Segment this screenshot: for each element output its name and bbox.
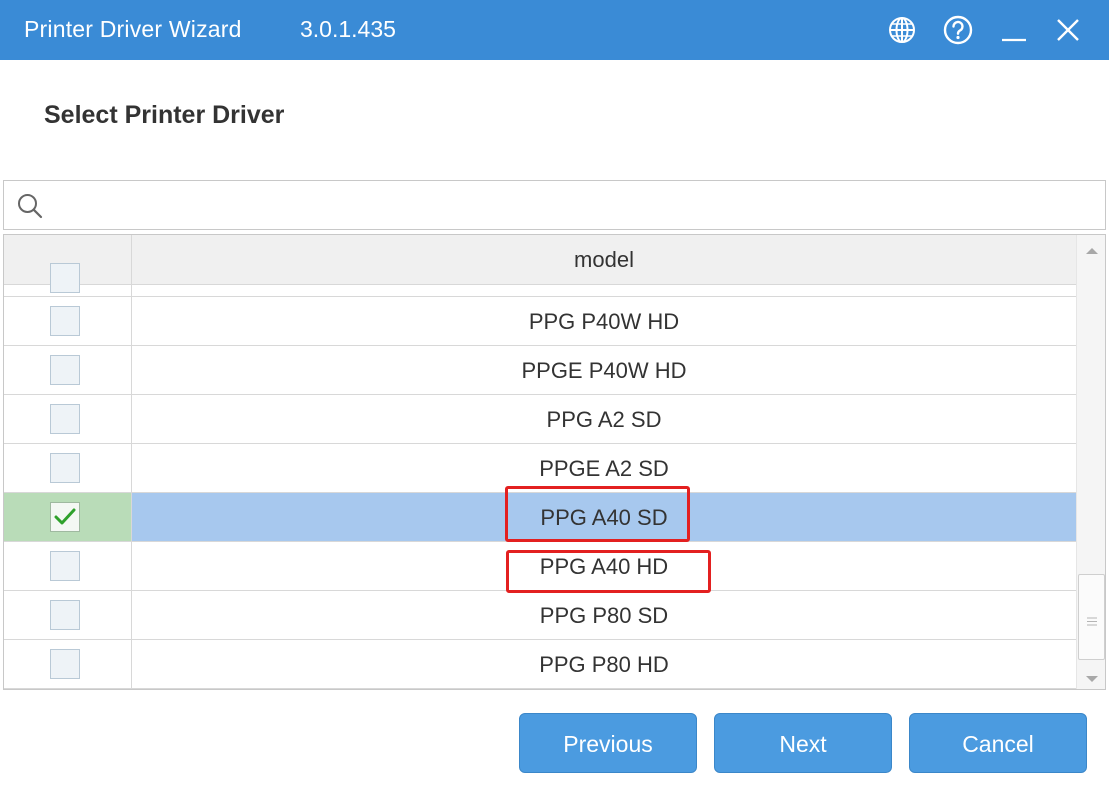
table-row-partial — [4, 263, 1076, 297]
previous-button[interactable]: Previous — [519, 713, 697, 773]
table-header: model — [4, 235, 1076, 285]
table-row[interactable]: PPG P80 SD — [4, 591, 1076, 640]
grip-icon — [1087, 613, 1097, 631]
search-input[interactable] — [58, 189, 1088, 221]
cancel-button[interactable]: Cancel — [909, 713, 1087, 773]
table-row[interactable]: PPG A40 HD — [4, 542, 1076, 591]
checkmark-icon — [54, 508, 76, 525]
next-button[interactable]: Next — [714, 713, 892, 773]
model-cell: PPG P40W HD — [528, 309, 680, 334]
scrollbar-thumb[interactable] — [1078, 574, 1105, 660]
driver-table: model PPG P40W HD PPGE P40W HD PPG A2 SD… — [3, 234, 1106, 690]
scroll-down-arrow-icon[interactable] — [1085, 671, 1099, 689]
model-cell: PPGE A2 SD — [539, 456, 669, 481]
row-checkbox[interactable] — [50, 355, 80, 385]
table-row[interactable]: PPG A2 SD — [4, 395, 1076, 444]
minimize-icon[interactable] — [996, 12, 1032, 48]
table-row-selected[interactable]: PPG A40 SD — [4, 493, 1076, 542]
table-row[interactable]: PPGE P40W HD — [4, 346, 1076, 395]
model-cell: PPG P80 SD — [539, 603, 669, 628]
model-cell: PPGE P40W HD — [521, 358, 687, 383]
row-checkbox[interactable] — [50, 263, 80, 293]
model-cell: PPG A40 SD — [132, 493, 1076, 541]
table-row[interactable]: PPG P40W HD — [4, 297, 1076, 346]
row-checkbox[interactable] — [50, 551, 80, 581]
search-icon — [16, 192, 44, 225]
window-title: Printer Driver Wizard — [24, 16, 242, 42]
search-box — [3, 180, 1106, 230]
table-row[interactable]: PPGE A2 SD — [4, 444, 1076, 493]
model-cell: PPG A2 SD — [546, 407, 662, 432]
row-checkbox[interactable] — [50, 404, 80, 434]
table-row[interactable]: PPG P80 HD — [4, 640, 1076, 689]
model-cell: PPG A40 HD — [539, 554, 669, 579]
app-version: 3.0.1.435 — [300, 16, 396, 42]
vertical-scrollbar[interactable] — [1076, 235, 1105, 689]
title-bar: Printer Driver Wizard 3.0.1.435 — [0, 0, 1109, 60]
header-model[interactable]: model — [132, 235, 1076, 285]
scroll-up-arrow-icon[interactable] — [1085, 243, 1099, 261]
row-checkbox[interactable] — [50, 453, 80, 483]
row-checkbox-checked[interactable] — [50, 502, 80, 532]
row-checkbox[interactable] — [50, 649, 80, 679]
model-cell: PPG P80 HD — [539, 652, 669, 677]
table-body: PPG P40W HD PPGE P40W HD PPG A2 SD PPGE … — [4, 297, 1076, 689]
row-checkbox[interactable] — [50, 306, 80, 336]
row-checkbox[interactable] — [50, 600, 80, 630]
globe-icon[interactable] — [884, 12, 920, 48]
page-title: Select Printer Driver — [44, 101, 285, 129]
help-icon[interactable] — [940, 12, 976, 48]
close-icon[interactable] — [1050, 12, 1086, 48]
